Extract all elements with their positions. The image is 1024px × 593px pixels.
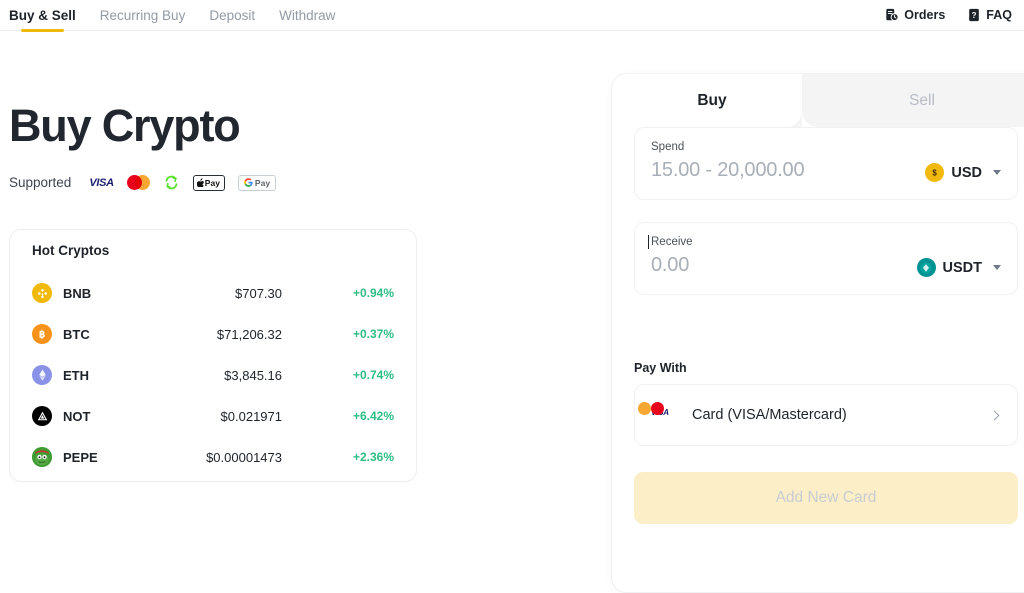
add-new-card-button[interactable]: Add New Card (634, 472, 1018, 524)
coin-price: $0.021971 (173, 409, 332, 424)
chevron-down-icon (993, 265, 1001, 270)
spend-input[interactable]: 15.00 - 20,000.00 (651, 159, 925, 182)
page-title: Buy Crypto (9, 103, 609, 148)
usd-coin-icon: $ (925, 163, 944, 182)
loop-transfer-icon (163, 174, 180, 191)
nav-tab-deposit[interactable]: Deposit (209, 0, 267, 31)
coin-symbol: ETH (63, 368, 173, 383)
trade-panel-body: Spend 15.00 - 20,000.00 $ USD Receive 0.… (612, 127, 1024, 524)
table-row[interactable]: NOT $0.021971 +6.42% (10, 396, 416, 436)
nav-tab-label: Deposit (209, 8, 255, 23)
nav-tab-label: Recurring Buy (100, 8, 186, 23)
tab-buy-label: Buy (697, 92, 726, 110)
visa-icon: VISA (89, 177, 113, 189)
svg-text:?: ? (972, 11, 977, 20)
orders-label: Orders (904, 8, 945, 22)
receive-input[interactable]: 0.00 (651, 254, 917, 277)
tab-sell[interactable]: Sell (802, 74, 1024, 127)
coin-price: $0.00001473 (173, 450, 332, 465)
supported-label: Supported (9, 175, 71, 190)
apple-pay-label: Pay (205, 178, 220, 188)
nav-action-list: Orders ? FAQ (885, 8, 1024, 22)
payment-method-row[interactable]: VISA Card (VISA/Mastercard) (634, 384, 1018, 446)
coin-symbol: BTC (63, 327, 173, 342)
chevron-down-icon (993, 170, 1001, 175)
spend-currency-selector[interactable]: $ USD (925, 163, 1001, 182)
coin-symbol: BNB (63, 286, 173, 301)
table-row[interactable]: ETH $3,845.16 +0.74% (10, 355, 416, 395)
usdt-coin-icon (917, 258, 936, 277)
trade-panel-tabs: Sell Buy (612, 74, 1024, 127)
coin-symbol: PEPE (63, 450, 173, 465)
faq-button[interactable]: ? FAQ (967, 8, 1012, 22)
tab-sell-label: Sell (909, 92, 935, 110)
supported-payments-row: Supported VISA Pay (9, 174, 609, 191)
orders-button[interactable]: Orders (885, 8, 945, 22)
svg-text:฿: ฿ (39, 330, 45, 341)
spend-field[interactable]: Spend 15.00 - 20,000.00 $ USD (634, 127, 1018, 200)
top-navigation-bar: Buy & Sell Recurring Buy Deposit Withdra… (0, 0, 1024, 31)
coin-change: +0.37% (332, 327, 394, 341)
hot-cryptos-card: Hot Cryptos BNB $707.30 +0.94% ฿ BTC $71… (9, 229, 417, 482)
pay-with-label: Pay With (634, 361, 1018, 375)
coin-price: $707.30 (173, 286, 332, 301)
left-content-column: Buy Crypto Supported VISA Pay (9, 31, 609, 191)
tab-buy[interactable]: Buy (612, 74, 812, 127)
eth-coin-icon (32, 365, 52, 385)
receive-label-text: Receive (651, 236, 693, 248)
mastercard-visa-icon: VISA (651, 402, 677, 428)
visa-icon-label: VISA (89, 177, 113, 189)
receive-label: Receive (651, 235, 917, 249)
nav-tab-buy-and-sell[interactable]: Buy & Sell (9, 0, 88, 31)
coin-price: $3,845.16 (173, 368, 332, 383)
trade-panel: Sell Buy Spend 15.00 - 20,000.00 $ USD (611, 73, 1024, 593)
bnb-coin-icon (32, 283, 52, 303)
receive-field[interactable]: Receive 0.00 USDT (634, 222, 1018, 295)
table-row[interactable]: ฿ BTC $71,206.32 +0.37% (10, 314, 416, 354)
nav-tab-recurring-buy[interactable]: Recurring Buy (100, 0, 198, 31)
receive-currency-selector[interactable]: USDT (917, 258, 1001, 277)
receive-currency-code: USDT (943, 260, 982, 276)
payment-method-label: Card (VISA/Mastercard) (692, 407, 991, 423)
orders-clipboard-icon (885, 8, 899, 22)
google-pay-icon: Pay (238, 175, 276, 191)
table-row[interactable]: BNB $707.30 +0.94% (10, 273, 416, 313)
faq-document-icon: ? (967, 8, 981, 22)
nav-tab-label: Buy & Sell (9, 8, 76, 23)
pepe-coin-icon (32, 447, 52, 467)
text-caret (648, 235, 649, 249)
nav-tab-label: Withdraw (279, 8, 335, 23)
coin-change: +0.74% (332, 368, 394, 382)
hot-cryptos-title: Hot Cryptos (10, 230, 416, 258)
coin-symbol: NOT (63, 409, 173, 424)
coin-change: +0.94% (332, 286, 394, 300)
google-pay-label: Pay (255, 178, 270, 188)
faq-label: FAQ (986, 8, 1012, 22)
coin-change: +2.36% (332, 450, 394, 464)
mastercard-icon (127, 175, 150, 190)
svg-text:$: $ (933, 168, 938, 177)
coin-change: +6.42% (332, 409, 394, 423)
table-row[interactable]: PEPE $0.00001473 +2.36% (10, 437, 416, 477)
nav-tab-list: Buy & Sell Recurring Buy Deposit Withdra… (0, 0, 359, 31)
coin-price: $71,206.32 (173, 327, 332, 342)
not-coin-icon (32, 406, 52, 426)
spend-label: Spend (651, 140, 925, 154)
btc-coin-icon: ฿ (32, 324, 52, 344)
apple-pay-icon: Pay (193, 175, 225, 191)
nav-tab-withdraw[interactable]: Withdraw (279, 0, 347, 31)
spend-currency-code: USD (951, 165, 982, 181)
chevron-right-icon (990, 410, 1000, 420)
